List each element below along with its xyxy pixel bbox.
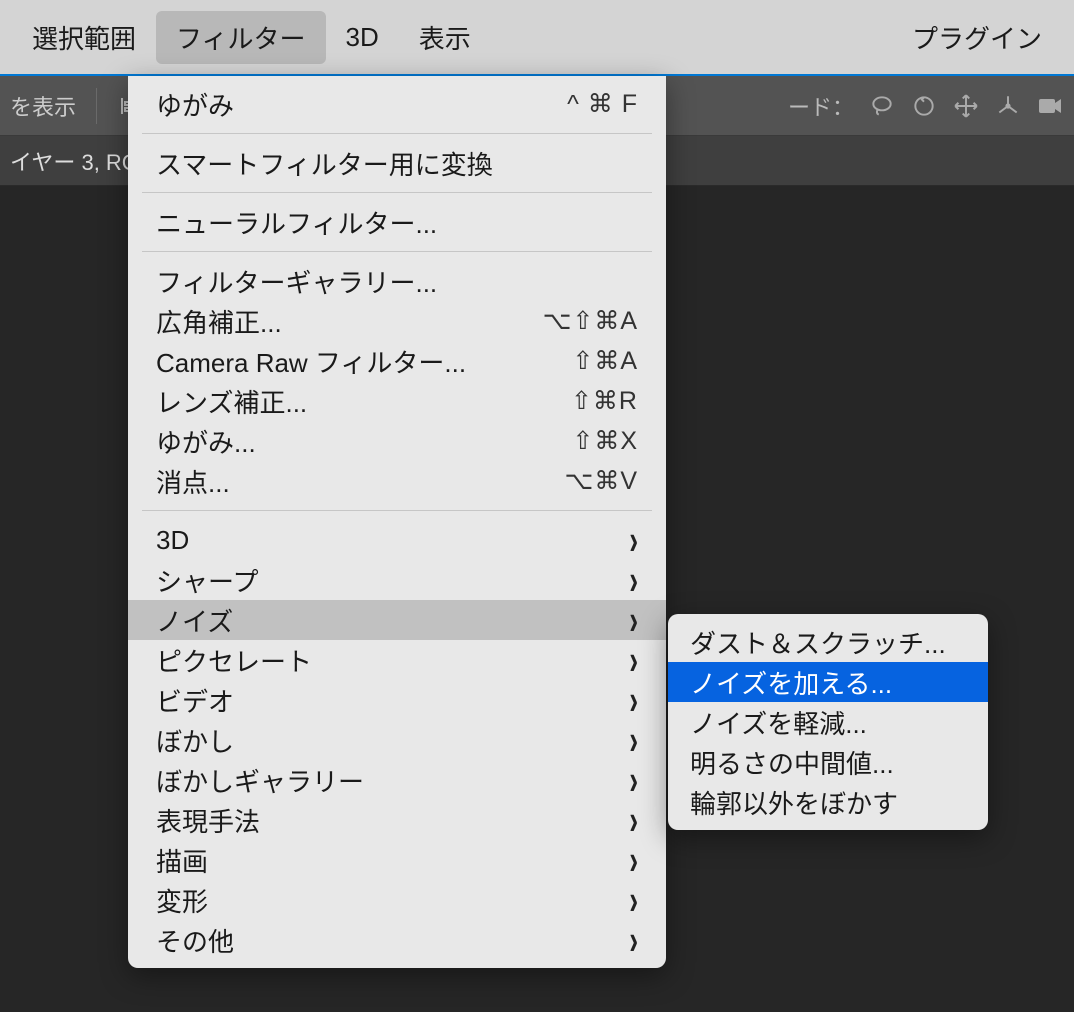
menu-item-label: ぼかし — [156, 722, 234, 759]
noise-submenu-item[interactable]: 輪郭以外をぼかす — [668, 782, 988, 822]
menu-item-label: スマートフィルター用に変換 — [156, 145, 493, 182]
noise-submenu-item[interactable]: 明るさの中間値... — [668, 742, 988, 782]
filter-menu-item[interactable]: Camera Raw フィルター... ⇧⌘A — [128, 341, 666, 381]
menu-select[interactable]: 選択範囲 — [12, 11, 156, 64]
menu-shortcut: ⇧⌘A — [572, 346, 638, 376]
toolbar-label-right: ード： — [788, 90, 854, 122]
filter-menu-item[interactable]: 表現手法› — [128, 800, 666, 840]
menu-item-label: 描画 — [156, 842, 208, 879]
menu-shortcut: ^ ⌘ F — [567, 89, 638, 119]
toolbar-label-left: を表示 — [10, 90, 76, 122]
document-tab-label[interactable]: イヤー 3, RG — [10, 145, 139, 177]
filter-menu-item[interactable]: ビデオ› — [128, 680, 666, 720]
submenu-item-label: ダスト＆スクラッチ... — [690, 624, 946, 661]
filter-menu-item[interactable]: 広角補正... ⌥⇧⌘A — [128, 301, 666, 341]
menu-item-label: 消点... — [156, 463, 230, 500]
menu-item-label: 表現手法 — [156, 802, 260, 839]
menu-shortcut: ⇧⌘R — [571, 386, 638, 416]
filter-menu-item[interactable]: ピクセレート› — [128, 640, 666, 680]
menu-item-label: ゆがみ — [156, 86, 234, 123]
filter-menu-item[interactable]: ゆがみ... ⇧⌘X — [128, 421, 666, 461]
menu-3d[interactable]: 3D — [326, 14, 399, 61]
menu-item-label: 変形 — [156, 882, 208, 919]
3d-axis-icon[interactable] — [994, 92, 1022, 120]
lasso-icon[interactable] — [868, 92, 896, 120]
submenu-item-label: 輪郭以外をぼかす — [690, 784, 898, 821]
menu-plugins[interactable]: プラグイン — [892, 11, 1062, 64]
menu-item-label: シャープ — [156, 562, 258, 599]
filter-menu-item[interactable]: フィルターギャラリー... — [128, 261, 666, 301]
menu-item-label: ノイズ — [156, 602, 233, 639]
filter-menu-item[interactable]: シャープ› — [128, 560, 666, 600]
noise-submenu-item[interactable]: ノイズを軽減... — [668, 702, 988, 742]
menu-separator — [142, 192, 652, 193]
filter-menu-item[interactable]: 変形› — [128, 880, 666, 920]
filter-menu-item[interactable]: ぼかしギャラリー› — [128, 760, 666, 800]
filter-menu-item[interactable]: その他› — [128, 920, 666, 960]
menu-separator — [142, 251, 652, 252]
filter-menu-item[interactable]: 3D› — [128, 520, 666, 560]
menu-item-label: その他 — [156, 922, 234, 959]
submenu-item-label: 明るさの中間値... — [690, 744, 894, 781]
menu-item-label: フィルターギャラリー... — [156, 263, 437, 300]
menu-separator — [142, 133, 652, 134]
menu-item-label: 広角補正... — [156, 303, 282, 340]
filter-menu-item[interactable]: 消点... ⌥⌘V — [128, 461, 666, 501]
menu-item-label: 3D — [156, 525, 189, 556]
chevron-right-icon: › — [629, 915, 638, 965]
menu-item-label: ニューラルフィルター... — [156, 204, 437, 241]
menu-item-label: ゆがみ... — [156, 423, 256, 460]
filter-menu-item[interactable]: ノイズ› — [128, 600, 666, 640]
filter-menu-dropdown: ゆがみ ^ ⌘ F スマートフィルター用に変換ニューラルフィルター... フィルターギ… — [128, 76, 666, 968]
menu-view[interactable]: 表示 — [399, 11, 491, 64]
menu-item-label: Camera Raw フィルター... — [156, 343, 466, 380]
noise-submenu: ダスト＆スクラッチ...ノイズを加える...ノイズを軽減...明るさの中間値..… — [668, 614, 988, 830]
menu-shortcut: ⌥⌘V — [565, 466, 638, 496]
rotate-icon[interactable] — [910, 92, 938, 120]
filter-menu-item[interactable]: ニューラルフィルター... — [128, 202, 666, 242]
filter-menu-item[interactable]: ゆがみ ^ ⌘ F — [128, 84, 666, 124]
menu-separator — [142, 510, 652, 511]
menu-item-label: ぼかしギャラリー — [156, 762, 364, 799]
filter-menu-item[interactable]: スマートフィルター用に変換 — [128, 143, 666, 183]
submenu-item-label: ノイズを加える... — [690, 664, 892, 701]
menu-item-label: レンズ補正... — [156, 383, 307, 420]
filter-menu-item[interactable]: ぼかし› — [128, 720, 666, 760]
camera-icon[interactable] — [1036, 92, 1064, 120]
toolbar-divider — [96, 88, 97, 124]
menu-item-label: ピクセレート — [156, 642, 312, 679]
noise-submenu-item[interactable]: ダスト＆スクラッチ... — [668, 622, 988, 662]
menu-filter[interactable]: フィルター — [156, 11, 325, 64]
noise-submenu-item[interactable]: ノイズを加える... — [668, 662, 988, 702]
submenu-item-label: ノイズを軽減... — [690, 704, 867, 741]
menu-shortcut: ⇧⌘X — [572, 426, 638, 456]
menubar: 選択範囲 フィルター 3D 表示 プラグイン — [0, 0, 1074, 76]
move-icon[interactable] — [952, 92, 980, 120]
menu-shortcut: ⌥⇧⌘A — [543, 306, 638, 336]
filter-menu-item[interactable]: 描画› — [128, 840, 666, 880]
filter-menu-item[interactable]: レンズ補正... ⇧⌘R — [128, 381, 666, 421]
menu-item-label: ビデオ — [156, 682, 234, 719]
